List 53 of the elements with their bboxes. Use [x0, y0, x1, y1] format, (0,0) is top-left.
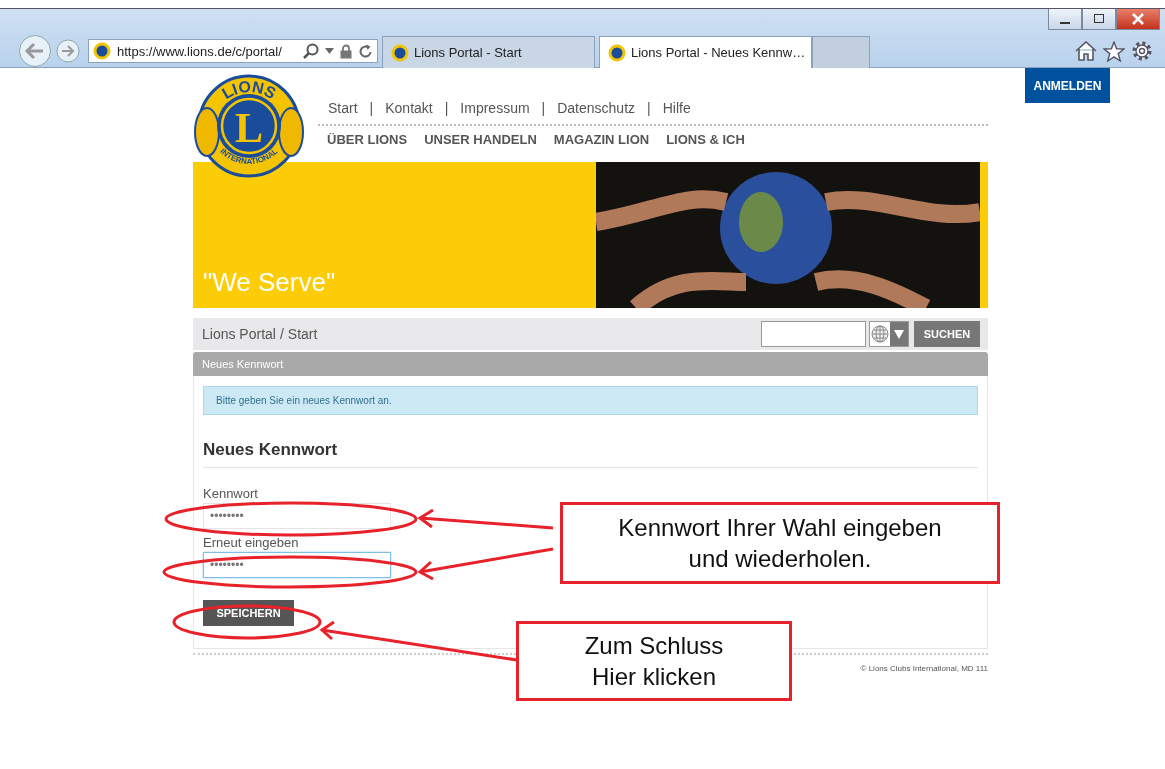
slogan-text: "We Serve"	[203, 267, 336, 298]
maximize-icon	[1092, 14, 1106, 24]
main-nav-item[interactable]: LIONS & ICH	[666, 132, 745, 147]
form-heading: Neues Kennwort	[203, 440, 978, 468]
link-separator: |	[444, 100, 449, 116]
address-bar[interactable]: https://www.lions.de/c/portal/	[88, 39, 378, 63]
save-button[interactable]: SPEICHERN	[203, 600, 294, 626]
nav-link[interactable]: Hilfe	[662, 100, 691, 116]
caret-icon	[894, 329, 904, 339]
field-label: Kennwort	[203, 486, 258, 501]
close-icon	[1131, 13, 1145, 25]
refresh-icon[interactable]	[358, 43, 373, 59]
star-icon[interactable]	[1103, 40, 1125, 62]
nav-link[interactable]: Datenschutz	[557, 100, 636, 116]
main-nav-item[interactable]: ÜBER LIONS	[327, 132, 408, 147]
main-nav-item[interactable]: UNSER HANDELN	[424, 132, 537, 147]
minimize-button[interactable]	[1048, 9, 1082, 30]
nav-link[interactable]: Start	[328, 100, 358, 116]
portlet-title: Neues Kennwort	[202, 358, 284, 370]
breadcrumb-separator: /	[279, 326, 284, 342]
search-icon[interactable]	[303, 43, 319, 59]
alert-text: Bitte geben Sie ein neues Kennwort an.	[216, 395, 392, 406]
callout-text: Zum Schluss Hier klicken	[516, 621, 792, 701]
lock-icon	[340, 43, 352, 59]
login-button[interactable]: ANMELDEN	[1025, 68, 1110, 103]
caret-icon[interactable]	[325, 48, 334, 54]
url-text: https://www.lions.de/c/portal/	[117, 43, 283, 59]
main-nav-item[interactable]: MAGAZIN LION	[553, 132, 650, 147]
search-field[interactable]	[761, 321, 866, 347]
lions-favicon-icon	[93, 42, 111, 60]
search-button[interactable]: SUCHEN	[914, 321, 980, 347]
nav-link[interactable]: Impressum	[460, 100, 530, 116]
settings-icon[interactable]	[1131, 40, 1153, 62]
lions-favicon-icon	[608, 43, 626, 62]
browser-tab[interactable]: Lions Portal - Start	[382, 36, 595, 68]
minimize-icon	[1060, 22, 1070, 24]
link-separator: |	[541, 100, 546, 116]
nav-link[interactable]: Kontakt	[385, 100, 433, 116]
close-button[interactable]	[1116, 9, 1160, 30]
browser-tab[interactable]: Lions Portal - Neues Kennw…	[599, 36, 812, 68]
language-dropdown[interactable]	[869, 321, 909, 347]
breadcrumb-link[interactable]: Start	[287, 326, 318, 342]
globe-icon	[870, 324, 890, 344]
field-label: Erneut eingeben	[203, 535, 299, 550]
callout-text: Kennwort Ihrer Wahl eingeben und wiederholen.	[560, 502, 1000, 584]
copyright-text: © Lions Clubs International, MD 111	[860, 664, 988, 673]
breadcrumb-link[interactable]: Lions Portal	[202, 326, 276, 342]
link-separator: |	[369, 100, 374, 116]
password-field[interactable]: ••••••••	[203, 503, 391, 529]
maximize-button[interactable]	[1082, 9, 1116, 30]
link-separator: |	[647, 100, 651, 116]
lions-favicon-icon	[391, 43, 409, 62]
home-icon[interactable]	[1075, 41, 1097, 61]
